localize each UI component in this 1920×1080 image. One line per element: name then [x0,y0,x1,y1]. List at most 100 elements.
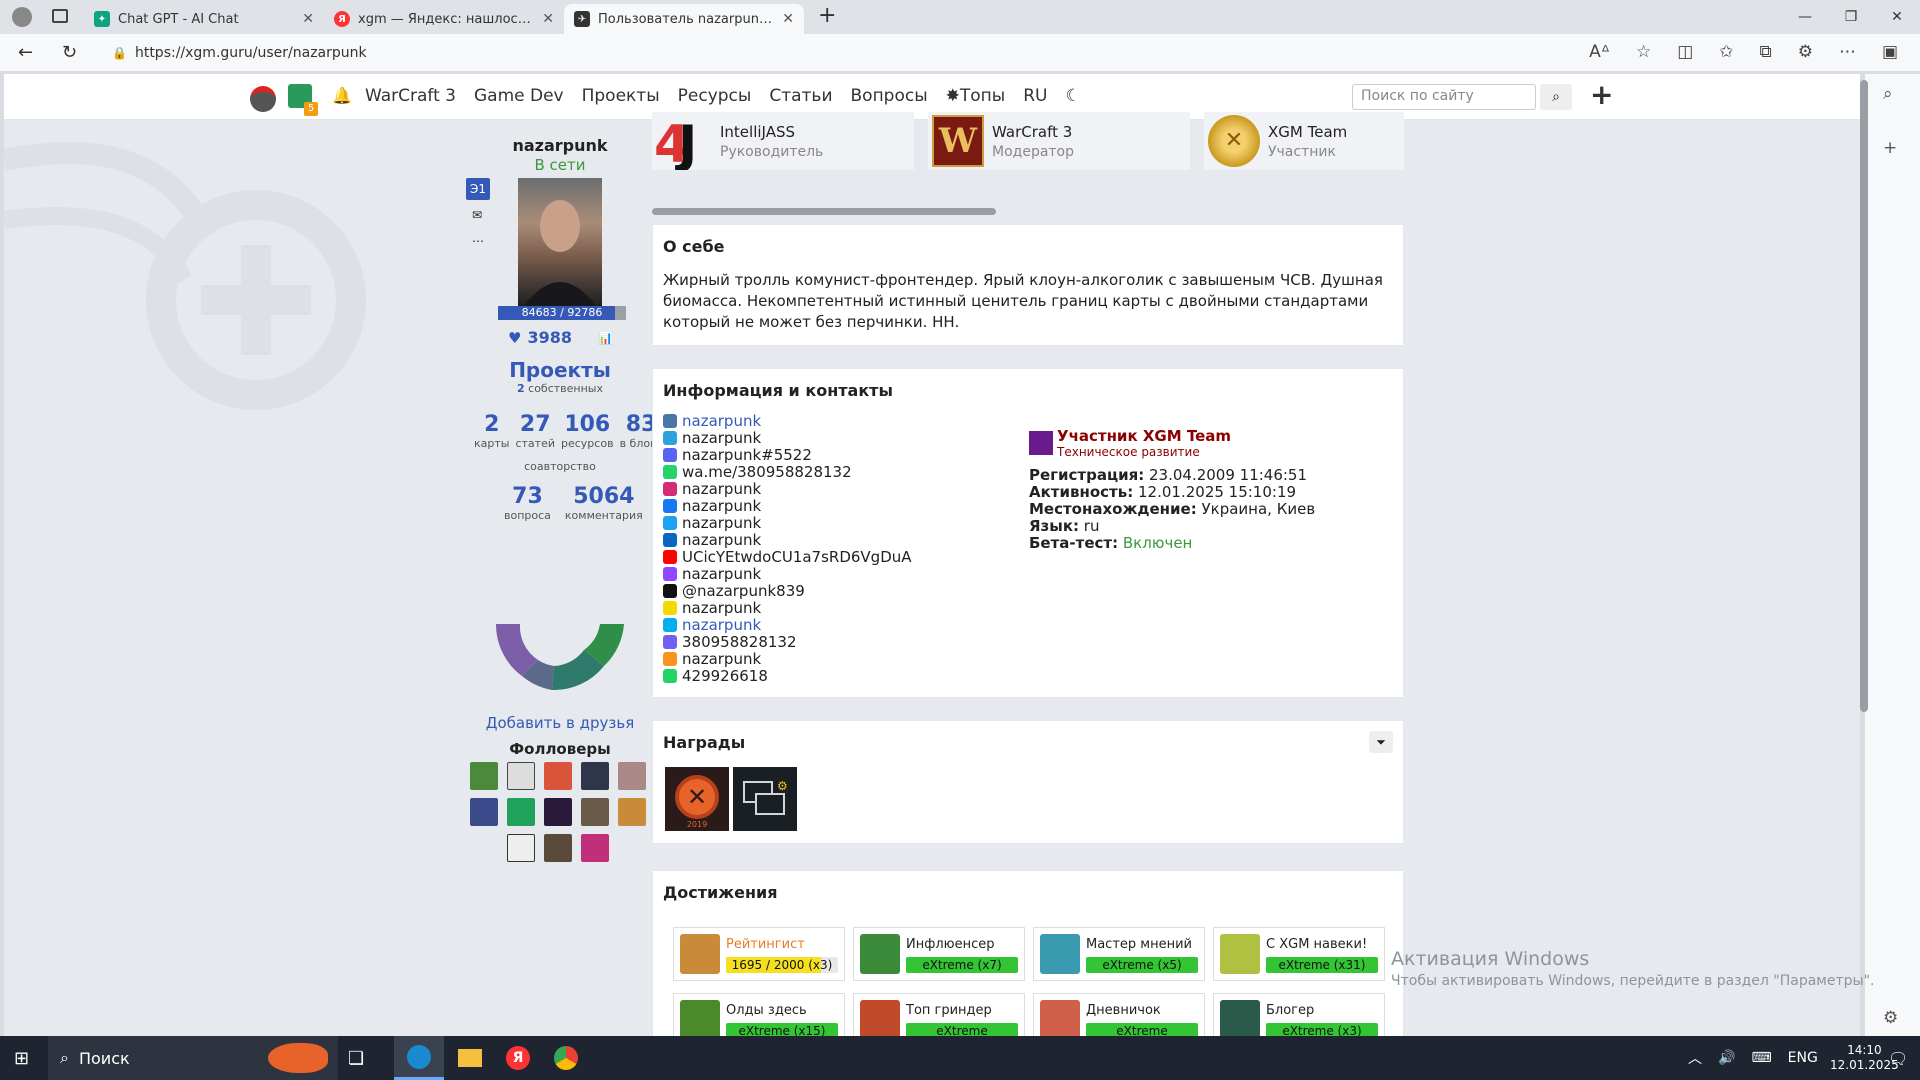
achievement-megaphone-icon [1040,934,1080,974]
search-icon[interactable]: ⌕ [1540,84,1572,110]
menu-gamedev[interactable]: Game Dev [474,86,564,106]
close-window-icon[interactable]: ✕ [1874,0,1920,34]
favorites-icon[interactable]: ✩ [1719,42,1733,62]
language-indicator[interactable]: ENG [1788,1050,1818,1066]
follower-avatar[interactable] [618,762,646,790]
follower-avatar[interactable] [581,762,609,790]
close-icon[interactable]: ✕ [542,11,554,27]
tray-chevron-icon[interactable]: ︿ [1688,1048,1702,1068]
projects-title[interactable]: Проекты [460,358,660,382]
stat-maps[interactable]: 2 карты [474,412,509,450]
more-menu-icon[interactable]: ⋯ [1839,42,1856,62]
follower-avatar[interactable] [470,798,498,826]
menu-tops[interactable]: ✸Топы [946,86,1006,106]
follower-avatar[interactable] [544,798,572,826]
achievement-influencer[interactable]: Инфлюенсер eXtreme (x7) [853,927,1025,981]
menu-projects[interactable]: Проекты [582,86,660,106]
settings-gear-icon[interactable]: ⚙ [1883,1008,1898,1028]
follower-avatar[interactable] [507,762,535,790]
read-aloud-icon[interactable]: Aᐞ [1589,42,1610,62]
collections-icon[interactable]: ⧉ [1760,42,1772,62]
achievement-opinion-master[interactable]: Мастер мнений eXtreme (x5) [1033,927,1205,981]
contact-text[interactable]: nazarpunk [682,412,761,430]
minimize-icon[interactable]: — [1782,0,1828,34]
yandex-browser-icon[interactable]: Я [496,1036,540,1080]
stat-articles[interactable]: 27 статей [515,412,555,450]
site-search-input[interactable]: Поиск по сайту [1352,84,1536,110]
role-cards-scrollbar[interactable] [652,208,996,215]
taskbar-search[interactable]: ⌕ Поиск [48,1036,338,1080]
role-card-xgm-team[interactable]: ✕ XGM Team Участник [1204,112,1404,170]
achievement-top-grinder[interactable]: Топ гриндер eXtreme [853,993,1025,1036]
new-tab-button[interactable]: + [818,3,836,28]
mail-icon[interactable]: ✉ [472,208,482,222]
menu-questions[interactable]: Вопросы [851,86,928,106]
follower-avatar[interactable] [507,834,535,862]
achievement-olds[interactable]: Олды здесь eXtreme (x15) [673,993,845,1036]
url-field[interactable]: 🔒 https://xgm.guru/user/nazarpunk [112,39,1642,67]
favorite-star-icon[interactable]: ☆ [1636,42,1651,62]
explorer-folder-icon[interactable] [448,1036,492,1080]
close-icon[interactable]: ✕ [782,11,794,27]
follower-avatar[interactable] [507,798,535,826]
add-content-plus-icon[interactable]: + [1590,78,1613,111]
more-options-icon[interactable]: ⋯ [472,234,484,248]
achievement-diary[interactable]: Дневничок eXtreme [1033,993,1205,1036]
sidebar-toggle-icon[interactable]: ▣ [1882,42,1898,62]
notifications-icon[interactable]: 🗨 [1888,1036,1908,1080]
award-medal-2019[interactable]: ✕ 2019 [665,767,729,831]
restore-icon[interactable]: ❐ [1828,0,1874,34]
role-card-intellijass[interactable]: 4J IntelliJASS Руководитель [652,112,914,170]
follower-avatar[interactable] [581,798,609,826]
menu-articles[interactable]: Статьи [769,86,832,106]
split-screen-icon[interactable]: ◫ [1677,42,1693,62]
achievement-blogger[interactable]: Блогер eXtreme (x3) [1213,993,1385,1036]
chart-icon[interactable]: 📊 [598,331,613,345]
side-badge[interactable]: Э1 [466,178,490,200]
santa-logo-icon[interactable] [250,86,276,112]
page-scrollbar[interactable] [1860,80,1868,712]
windows-start-icon[interactable]: ⊞ [14,1036,29,1080]
reload-icon[interactable]: ↻ [62,42,77,63]
contact-text[interactable]: nazarpunk [682,616,761,634]
follower-avatar[interactable] [470,762,498,790]
role-card-warcraft3[interactable]: W WarCraft 3 Модератор [928,112,1190,170]
stat-questions[interactable]: 73 вопроса [504,484,551,522]
tab-yandex[interactable]: Я xgm — Яндекс: нашлось 5 тыс. р ✕ [324,4,564,34]
award-screens-icon[interactable]: ⚙ [733,767,797,831]
back-icon[interactable]: ← [18,42,33,63]
dark-mode-moon-icon[interactable]: ☾ [1065,86,1080,106]
profile-icon[interactable] [12,7,32,27]
tab-actions-icon[interactable] [52,9,68,23]
close-icon[interactable]: ✕ [302,11,314,27]
volume-icon[interactable]: 🔊 [1718,1050,1735,1066]
achievement-forever-xgm[interactable]: С XGM навеки! eXtreme (x31) [1213,927,1385,981]
extensions-icon[interactable]: ⚙ [1798,42,1813,62]
search-icon[interactable]: ⌕ [1883,84,1893,104]
menu-language[interactable]: RU [1023,86,1047,106]
contact-row[interactable]: nazarpunk [663,616,1393,634]
stat-resources[interactable]: 106 ресурсов [561,412,614,450]
menu-warcraft3[interactable]: WarCraft 3 [365,86,456,106]
contact-text: UCicYEtwdoCU1a7sRD6VgDuA [682,547,912,566]
keyboard-icon[interactable]: ⌨ [1751,1050,1771,1066]
task-view-icon[interactable]: ❏ [348,1036,364,1080]
achievement-forever-icon [1220,934,1260,974]
follower-avatar[interactable] [618,798,646,826]
edge-taskbar-icon[interactable] [394,1036,444,1080]
menu-resources[interactable]: Ресурсы [678,86,752,106]
add-icon[interactable]: + [1883,138,1897,158]
filter-icon[interactable]: ⏷ [1369,731,1393,753]
tab-chatgpt[interactable]: ✦ Chat GPT - AI Chat ✕ [84,4,324,34]
tab-xgm-profile[interactable]: ✈ Пользователь nazarpunk - XGM ✕ [564,4,804,34]
detail-registration: Регистрация: 23.04.2009 11:46:51 [1029,466,1308,484]
achievement-rating[interactable]: Рейтингист 1695 / 2000 (x3) [673,927,845,981]
bell-icon[interactable]: 🔔 [332,86,352,105]
follower-avatar[interactable] [581,834,609,862]
chrome-icon[interactable] [544,1036,588,1080]
follower-avatar[interactable] [544,834,572,862]
add-friend-link[interactable]: Добавить в друзья [460,714,660,732]
stat-comments[interactable]: 5064 комментария [565,484,643,522]
team-title[interactable]: Участник XGM Team [1057,427,1231,445]
follower-avatar[interactable] [544,762,572,790]
